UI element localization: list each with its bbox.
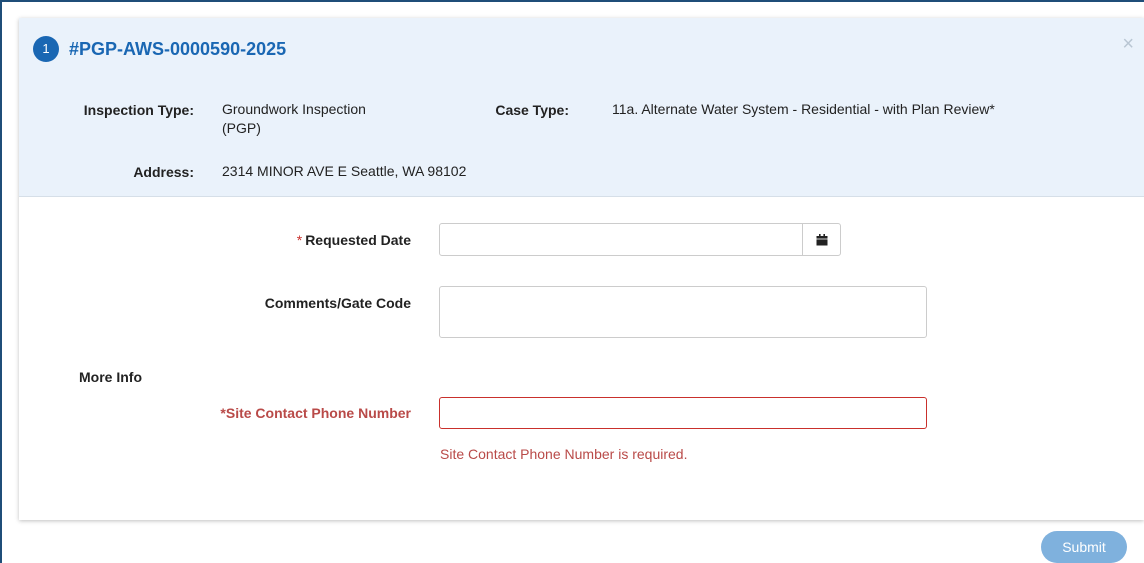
inspection-type-label: Inspection Type: (83, 102, 194, 118)
case-type-value: 11a. Alternate Water System - Residentia… (612, 101, 995, 117)
address-label: Address: (133, 164, 194, 180)
comments-gate-code-textarea[interactable] (439, 286, 927, 338)
case-type-label: Case Type: (495, 102, 569, 118)
submit-button[interactable]: Submit (1041, 531, 1127, 563)
close-icon[interactable]: × (1122, 34, 1134, 54)
inspection-type-value: Groundwork Inspection (PGP) (222, 100, 366, 138)
requested-date-label: * Requested Date (19, 231, 411, 249)
more-info-heading: More Info (79, 369, 142, 385)
required-indicator: * (296, 232, 303, 248)
case-summary-header: 1 #PGP-AWS-0000590-2025 × Inspection Typ… (19, 18, 1144, 197)
requested-date-label-text: Requested Date (305, 232, 411, 248)
requested-date-input[interactable] (440, 224, 802, 255)
site-contact-phone-input[interactable] (439, 397, 927, 429)
inspection-type-line-2: (PGP) (222, 120, 261, 136)
address-value: 2314 MINOR AVE E Seattle, WA 98102 (222, 163, 467, 179)
comments-gate-code-label: Comments/Gate Code (264, 295, 411, 311)
page: 1 #PGP-AWS-0000590-2025 × Inspection Typ… (0, 0, 1144, 563)
inspection-request-card: 1 #PGP-AWS-0000590-2025 × Inspection Typ… (19, 18, 1144, 520)
calendar-icon (816, 233, 827, 245)
site-contact-phone-label: *Site Contact Phone Number (220, 405, 411, 421)
inspection-type-line-1: Groundwork Inspection (222, 101, 366, 117)
step-number-badge: 1 (33, 36, 59, 62)
site-contact-phone-error: Site Contact Phone Number is required. (440, 446, 688, 462)
requested-date-group (439, 223, 841, 256)
case-number-title: #PGP-AWS-0000590-2025 (69, 39, 287, 59)
calendar-button[interactable] (802, 224, 840, 255)
